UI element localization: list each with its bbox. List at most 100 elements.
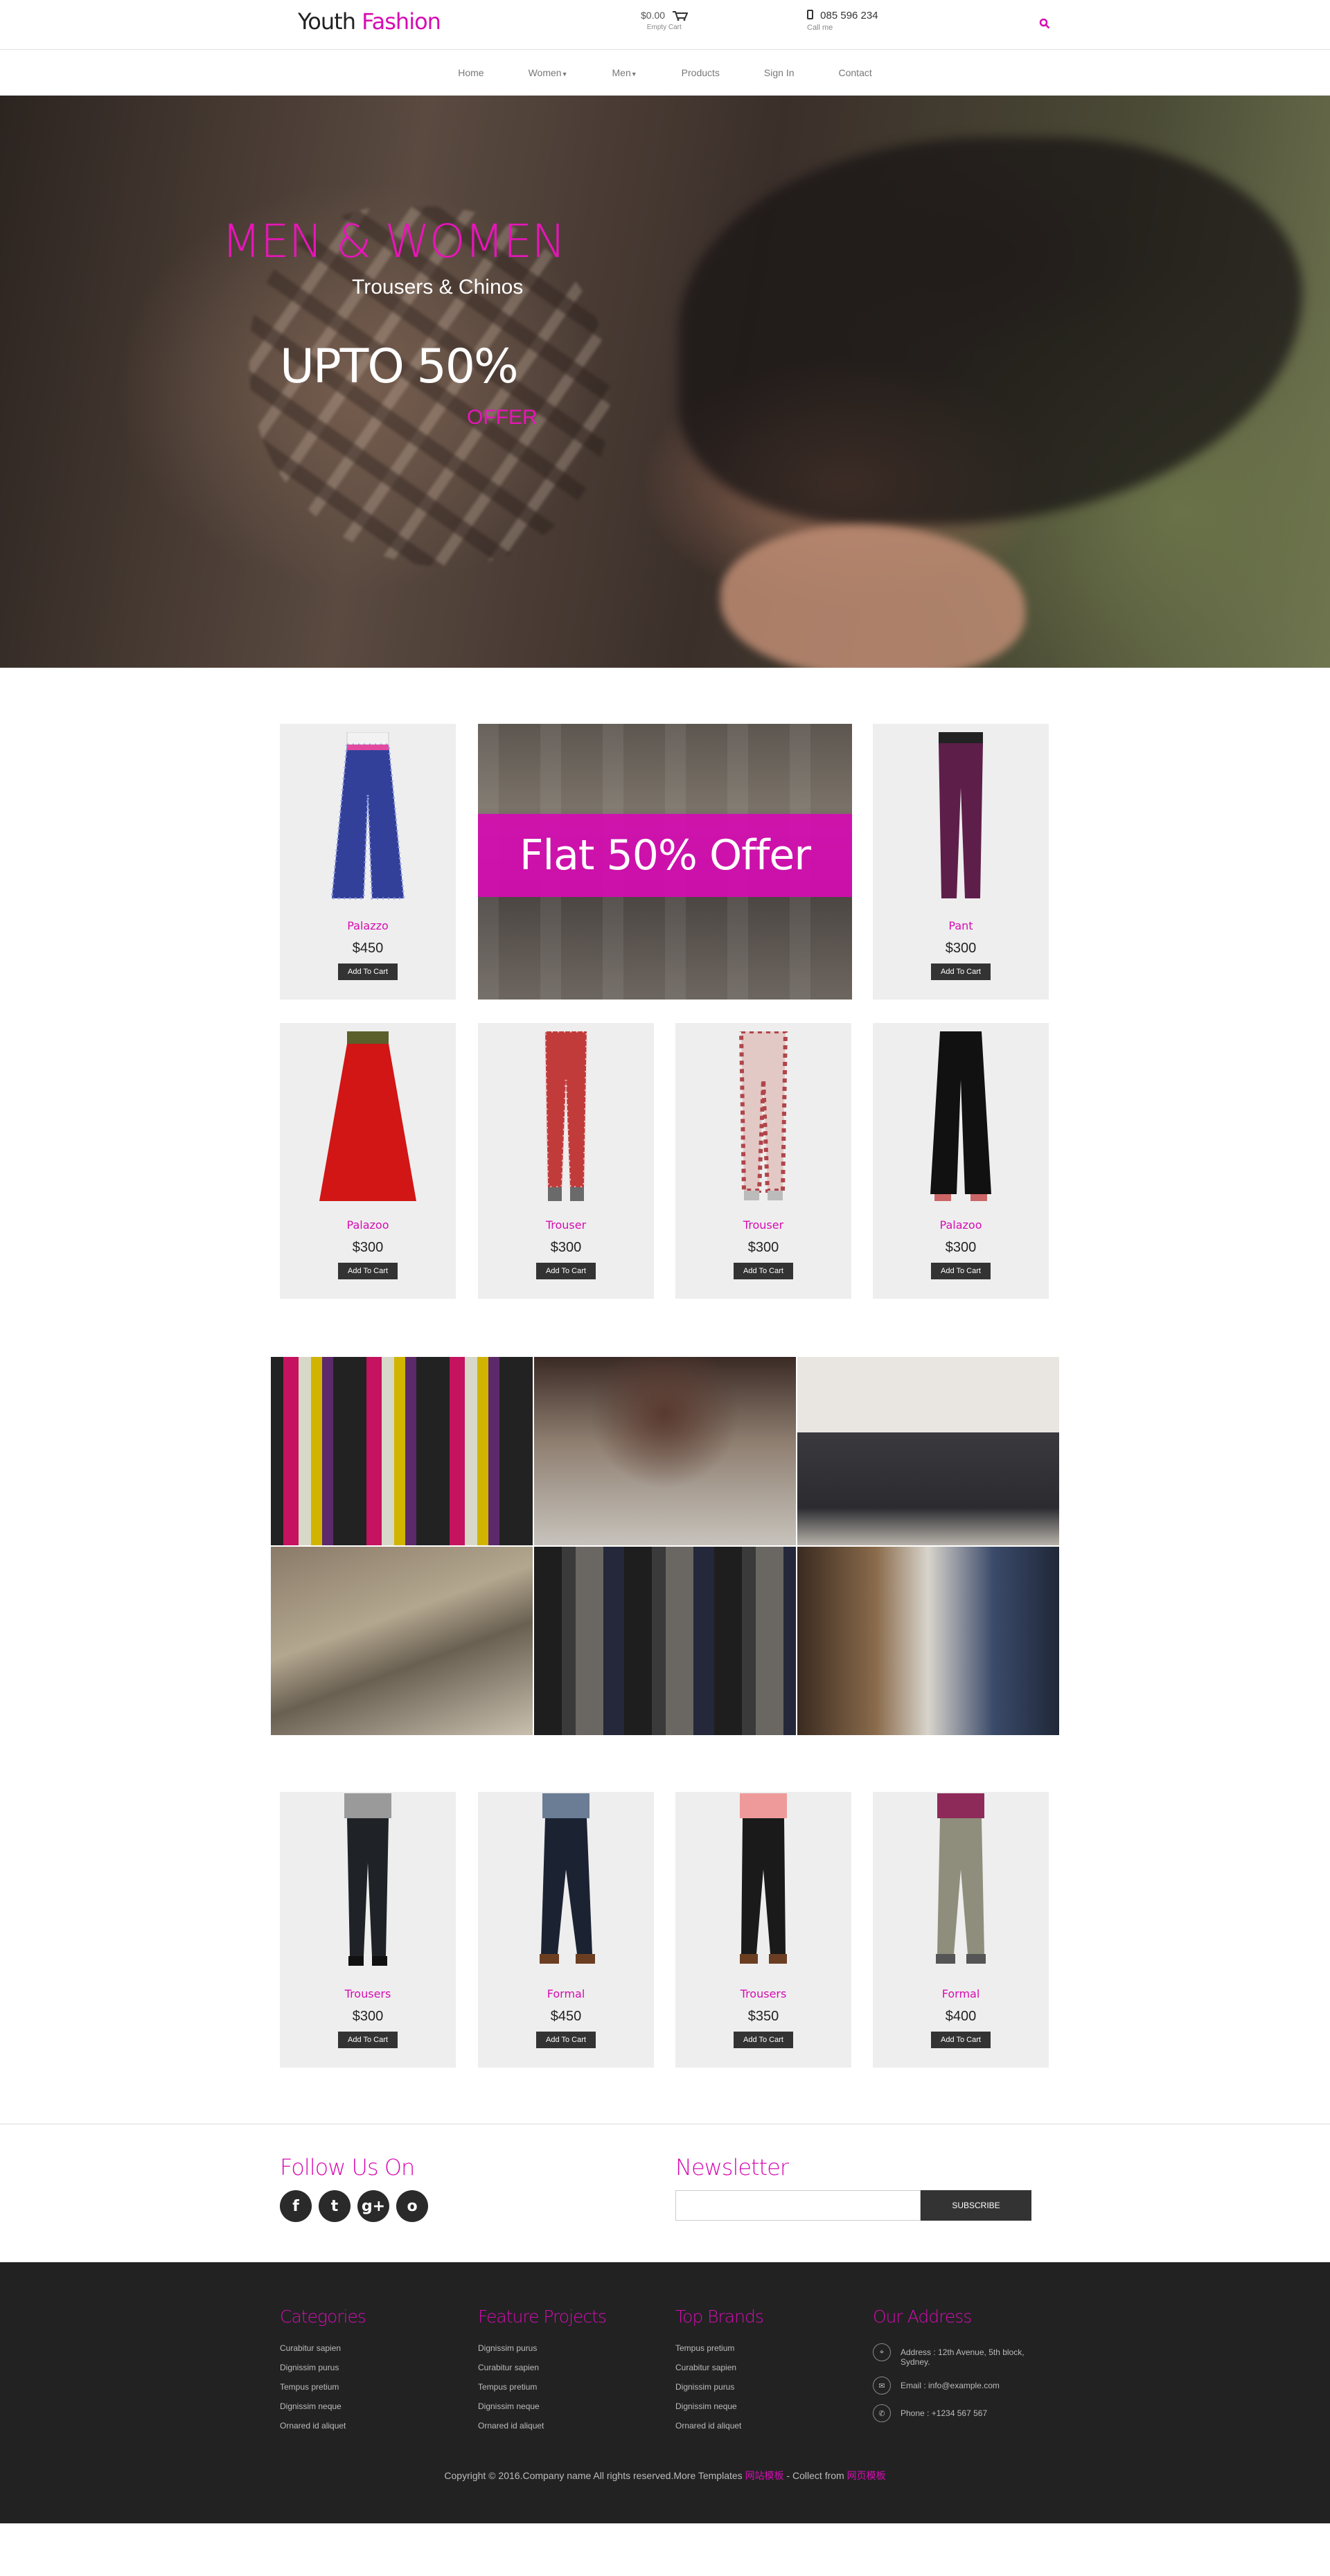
add-to-cart-button[interactable]: Add To Cart: [338, 2032, 398, 2048]
hero-photo-hand: [720, 525, 1025, 668]
footer-link[interactable]: Ornared id aliquet: [478, 2421, 606, 2431]
nav-men[interactable]: Men▼: [590, 67, 659, 78]
add-to-cart-button[interactable]: Add To Cart: [536, 2032, 596, 2048]
product-name: Palazoo: [346, 1218, 389, 1232]
product-image: [280, 724, 456, 912]
copyright-link[interactable]: 网页模板: [847, 2470, 886, 2481]
google-plus-icon[interactable]: g+: [357, 2190, 389, 2222]
product-image: [873, 1023, 1049, 1211]
hero-title: MEN & WOMEN: [222, 215, 566, 268]
footer-link[interactable]: Curabitur sapien: [478, 2363, 606, 2372]
cart-widget[interactable]: $0.00 Empty Cart: [641, 10, 688, 31]
newsletter-email-input[interactable]: [675, 2190, 921, 2221]
product-price: $300: [352, 1240, 384, 1255]
product-image: [675, 1023, 851, 1211]
product-name: Trouser: [545, 1218, 587, 1232]
site-header: Youth Fashion $0.00 Empty Cart 085 596 2…: [0, 0, 1330, 50]
gallery-image[interactable]: [797, 1546, 1060, 1736]
footer-address-title: Our Address: [873, 2307, 972, 2327]
product-image: [873, 724, 1049, 912]
trousers-icon: [344, 1793, 391, 1966]
copyright-link[interactable]: 网站模板: [745, 2470, 784, 2481]
footer-link[interactable]: Ornared id aliquet: [280, 2421, 366, 2431]
product-card[interactable]: Trousers $300 Add To Cart: [280, 1792, 456, 2068]
product-card[interactable]: Trouser $300 Add To Cart: [675, 1023, 851, 1299]
gallery-image[interactable]: [533, 1546, 797, 1736]
footer-link[interactable]: Dignissim purus: [478, 2343, 606, 2353]
hero-offer: OFFER: [467, 406, 538, 429]
phone-widget: 085 596 234 Call me: [807, 10, 878, 32]
hero-subtitle: Trousers & Chinos: [352, 276, 524, 299]
footer-feature-projects: Feature Projects Dignissim purus Curabit…: [478, 2307, 607, 2440]
palazzo-pants-icon: [319, 1031, 416, 1201]
footer-link[interactable]: Ornared id aliquet: [675, 2421, 763, 2431]
nav-women[interactable]: Women▼: [506, 67, 590, 78]
product-name: Formal: [941, 1987, 980, 2000]
add-to-cart-button[interactable]: Add To Cart: [931, 2032, 991, 2048]
follow-us-title: Follow Us On: [280, 2154, 415, 2180]
caret-down-icon: ▼: [630, 70, 637, 78]
footer-link[interactable]: Curabitur sapien: [280, 2343, 366, 2353]
footer-link[interactable]: Dignissim purus: [675, 2382, 763, 2392]
email-text[interactable]: Email : info@example.com: [901, 2377, 1000, 2390]
footer-link[interactable]: Dignissim purus: [280, 2363, 366, 2372]
copyright-mid: - Collect from: [786, 2470, 844, 2481]
add-to-cart-button[interactable]: Add To Cart: [338, 963, 398, 980]
site-logo[interactable]: Youth Fashion: [298, 8, 441, 35]
gallery-image[interactable]: [797, 1356, 1060, 1546]
add-to-cart-button[interactable]: Add To Cart: [536, 1263, 596, 1279]
facebook-icon[interactable]: f: [280, 2190, 312, 2222]
trousers-icon: [740, 1793, 787, 1964]
hero-banner: MEN & WOMEN Trousers & Chinos UPTO 50% O…: [0, 96, 1330, 668]
footer-address: Our Address ⌖ Address : 12th Avenue, 5th…: [873, 2307, 1053, 2432]
add-to-cart-button[interactable]: Add To Cart: [734, 1263, 793, 1279]
hero-discount: UPTO 50%: [280, 339, 519, 394]
cart-status: Empty Cart: [646, 24, 682, 31]
envelope-icon: ✉: [873, 2377, 891, 2395]
add-to-cart-button[interactable]: Add To Cart: [931, 963, 991, 980]
store-gallery: [270, 1356, 1060, 1736]
product-price: $400: [945, 2009, 977, 2024]
hero-photo-jacket: [679, 137, 1302, 525]
product-card[interactable]: Pant $300 Add To Cart: [873, 724, 1049, 1000]
product-card[interactable]: Formal $450 Add To Cart: [478, 1792, 654, 2068]
footer-link[interactable]: Dignissim neque: [280, 2401, 366, 2411]
product-card[interactable]: Palazoo $300 Add To Cart: [280, 1023, 456, 1299]
product-price: $300: [945, 941, 977, 956]
nav-products[interactable]: Products: [659, 67, 742, 78]
footer-link[interactable]: Tempus pretium: [478, 2382, 606, 2392]
nav-contact[interactable]: Contact: [817, 67, 894, 78]
footer-link[interactable]: Curabitur sapien: [675, 2363, 763, 2372]
instagram-icon[interactable]: o: [396, 2190, 428, 2222]
map-marker-icon: ⌖: [873, 2343, 891, 2361]
product-name: Palazoo: [939, 1218, 982, 1232]
footer-link[interactable]: Tempus pretium: [280, 2382, 366, 2392]
pant-icon: [939, 732, 983, 898]
gallery-image[interactable]: [270, 1356, 533, 1546]
subscribe-button[interactable]: SUBSCRIBE: [921, 2190, 1031, 2221]
footer-link[interactable]: Dignissim neque: [478, 2401, 606, 2411]
offer-banner[interactable]: Flat 50% Offer: [478, 724, 852, 1000]
add-to-cart-button[interactable]: Add To Cart: [338, 1263, 398, 1279]
search-icon[interactable]: [1039, 18, 1050, 29]
product-card[interactable]: Trousers $350 Add To Cart: [675, 1792, 851, 2068]
social-icons: f t g+ o: [280, 2190, 428, 2222]
add-to-cart-button[interactable]: Add To Cart: [734, 2032, 793, 2048]
nav-sign-in[interactable]: Sign In: [742, 67, 817, 78]
product-card[interactable]: Palazoo $300 Add To Cart: [873, 1023, 1049, 1299]
nav-home[interactable]: Home: [436, 67, 506, 78]
gallery-image[interactable]: [270, 1546, 533, 1736]
product-card[interactable]: Trouser $300 Add To Cart: [478, 1023, 654, 1299]
footer-link[interactable]: Dignissim neque: [675, 2401, 763, 2411]
address-text: Address : 12th Avenue, 5th block, Sydney…: [901, 2347, 1025, 2367]
footer-categories: Categories Curabitur sapien Dignissim pu…: [280, 2307, 366, 2440]
add-to-cart-button[interactable]: Add To Cart: [931, 1263, 991, 1279]
gallery-image[interactable]: [533, 1356, 797, 1546]
product-card[interactable]: Palazzo $450 Add To Cart: [280, 724, 456, 1000]
product-name: Palazzo: [347, 919, 389, 932]
product-card[interactable]: Formal $400 Add To Cart: [873, 1792, 1049, 2068]
twitter-icon[interactable]: t: [319, 2190, 351, 2222]
footer-link[interactable]: Tempus pretium: [675, 2343, 763, 2353]
product-price: $350: [747, 2009, 779, 2024]
newsletter-section: Newsletter SUBSCRIBE: [675, 2154, 1031, 2221]
